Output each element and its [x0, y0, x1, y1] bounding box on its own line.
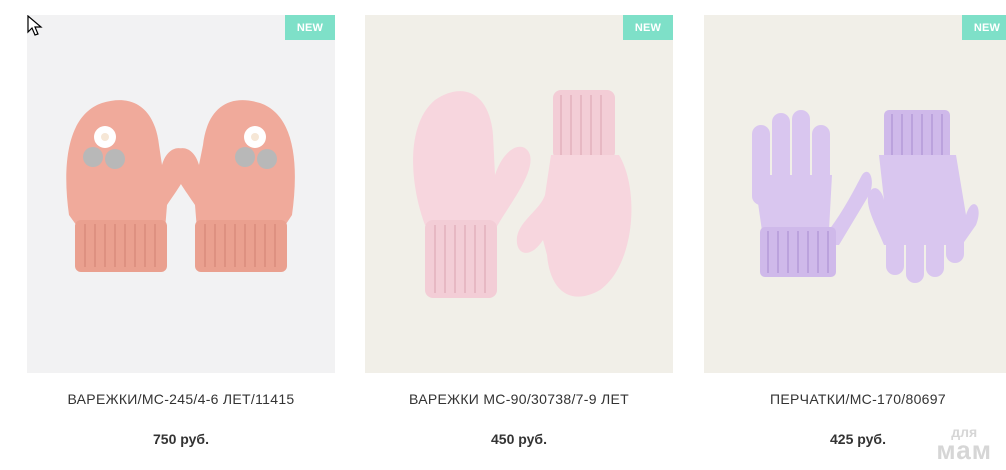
product-price: 450 руб. — [491, 431, 547, 447]
product-card[interactable]: NEW ВАРЕЖКИ МС-90/30738/7-9 ЛЕТ 450 руб. — [365, 15, 673, 455]
product-name[interactable]: ВАРЕЖКИ/МС-245/4-6 ЛЕТ/11415 — [27, 391, 335, 407]
product-image[interactable]: NEW — [365, 15, 673, 373]
product-name[interactable]: ВАРЕЖКИ МС-90/30738/7-9 ЛЕТ — [365, 391, 673, 407]
pink-knit-mittens-image — [27, 15, 335, 373]
watermark-logo: для мам — [936, 425, 992, 465]
product-image[interactable]: NEW — [27, 15, 335, 373]
lilac-gloves-image — [704, 15, 1006, 373]
product-grid: NEW ВАРЕЖКИ/МС-245/4-6 ЛЕТ/11415 750 руб… — [0, 0, 1006, 470]
product-card[interactable]: NEW ПЕРЧАТКИ/МС-170/80697 425 руб. — [704, 15, 1006, 455]
light-pink-mittens-image — [365, 15, 673, 373]
new-badge: NEW — [962, 15, 1006, 40]
watermark-line-2: мам — [936, 434, 992, 465]
new-badge: NEW — [285, 15, 335, 40]
product-card[interactable]: NEW ВАРЕЖКИ/МС-245/4-6 ЛЕТ/11415 750 руб… — [27, 15, 335, 455]
new-badge: NEW — [623, 15, 673, 40]
product-price: 750 руб. — [153, 431, 209, 447]
mouse-pointer-icon — [27, 15, 43, 36]
product-name[interactable]: ПЕРЧАТКИ/МС-170/80697 — [704, 391, 1006, 407]
product-image[interactable]: NEW — [704, 15, 1006, 373]
